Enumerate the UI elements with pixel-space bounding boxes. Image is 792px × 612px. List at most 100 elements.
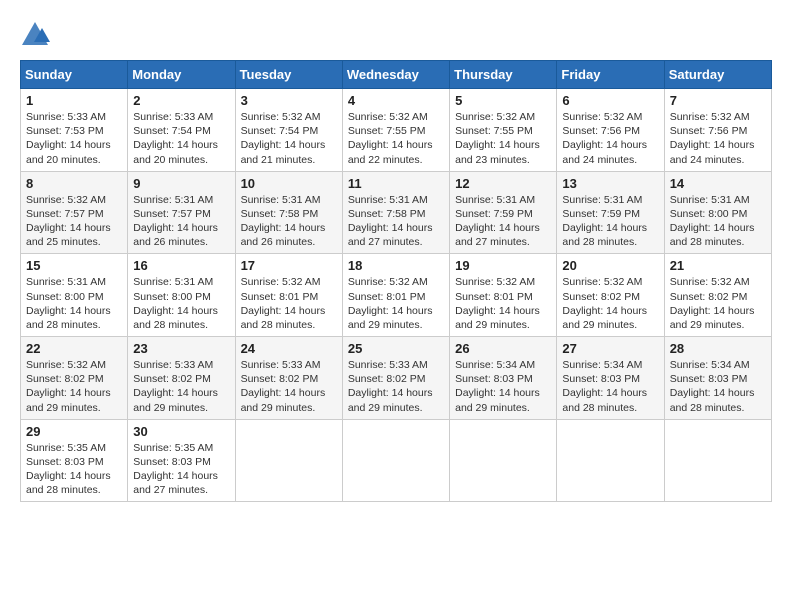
- calendar-day-cell: 23 Sunrise: 5:33 AMSunset: 8:02 PMDayligh…: [128, 337, 235, 420]
- day-info: Sunrise: 5:33 AMSunset: 8:02 PMDaylight:…: [241, 358, 337, 415]
- logo: [20, 20, 54, 50]
- day-number: 26: [455, 341, 551, 356]
- calendar-day-cell: 24 Sunrise: 5:33 AMSunset: 8:02 PMDayligh…: [235, 337, 342, 420]
- day-number: 21: [670, 258, 766, 273]
- day-number: 24: [241, 341, 337, 356]
- day-number: 28: [670, 341, 766, 356]
- day-info: Sunrise: 5:35 AMSunset: 8:03 PMDaylight:…: [133, 441, 229, 498]
- day-number: 4: [348, 93, 444, 108]
- calendar-day-cell: 15 Sunrise: 5:31 AMSunset: 8:00 PMDayligh…: [21, 254, 128, 337]
- calendar-day-cell: 16 Sunrise: 5:31 AMSunset: 8:00 PMDayligh…: [128, 254, 235, 337]
- col-header-saturday: Saturday: [664, 61, 771, 89]
- calendar-day-cell: [557, 419, 664, 502]
- calendar-week-row: 22 Sunrise: 5:32 AMSunset: 8:02 PMDayligh…: [21, 337, 772, 420]
- calendar-day-cell: 1 Sunrise: 5:33 AMSunset: 7:53 PMDaylight…: [21, 89, 128, 172]
- day-number: 29: [26, 424, 122, 439]
- calendar-day-cell: 20Sunrise: 5:32 AMSunset: 8:02 PMDayligh…: [557, 254, 664, 337]
- calendar-day-cell: 7 Sunrise: 5:32 AMSunset: 7:56 PMDaylight…: [664, 89, 771, 172]
- calendar-day-cell: 22 Sunrise: 5:32 AMSunset: 8:02 PMDayligh…: [21, 337, 128, 420]
- day-info: Sunrise: 5:35 AMSunset: 8:03 PMDaylight:…: [26, 441, 122, 498]
- day-number: 20: [562, 258, 658, 273]
- day-info: Sunrise: 5:32 AMSunset: 7:55 PMDaylight:…: [455, 110, 551, 167]
- day-info: Sunrise: 5:31 AMSunset: 7:58 PMDaylight:…: [241, 193, 337, 250]
- calendar-week-row: 1 Sunrise: 5:33 AMSunset: 7:53 PMDaylight…: [21, 89, 772, 172]
- calendar-day-cell: 8 Sunrise: 5:32 AMSunset: 7:57 PMDaylight…: [21, 171, 128, 254]
- day-info: Sunrise: 5:34 AMSunset: 8:03 PMDaylight:…: [455, 358, 551, 415]
- day-info: Sunrise: 5:34 AMSunset: 8:03 PMDaylight:…: [562, 358, 658, 415]
- calendar-day-cell: 18 Sunrise: 5:32 AMSunset: 8:01 PMDayligh…: [342, 254, 449, 337]
- col-header-monday: Monday: [128, 61, 235, 89]
- calendar-day-cell: 2 Sunrise: 5:33 AMSunset: 7:54 PMDaylight…: [128, 89, 235, 172]
- calendar-day-cell: 30 Sunrise: 5:35 AMSunset: 8:03 PMDayligh…: [128, 419, 235, 502]
- day-number: 2: [133, 93, 229, 108]
- day-info: Sunrise: 5:31 AMSunset: 7:59 PMDaylight:…: [455, 193, 551, 250]
- calendar-day-cell: 3 Sunrise: 5:32 AMSunset: 7:54 PMDaylight…: [235, 89, 342, 172]
- calendar-table: SundayMondayTuesdayWednesdayThursdayFrid…: [20, 60, 772, 502]
- calendar-day-cell: 21 Sunrise: 5:32 AMSunset: 8:02 PMDayligh…: [664, 254, 771, 337]
- day-info: Sunrise: 5:32 AMSunset: 8:01 PMDaylight:…: [241, 275, 337, 332]
- day-number: 18: [348, 258, 444, 273]
- day-info: Sunrise: 5:32 AMSunset: 7:55 PMDaylight:…: [348, 110, 444, 167]
- calendar-day-cell: 27Sunrise: 5:34 AMSunset: 8:03 PMDayligh…: [557, 337, 664, 420]
- calendar-day-cell: 13Sunrise: 5:31 AMSunset: 7:59 PMDayligh…: [557, 171, 664, 254]
- day-number: 25: [348, 341, 444, 356]
- day-info: Sunrise: 5:32 AMSunset: 7:57 PMDaylight:…: [26, 193, 122, 250]
- day-number: 30: [133, 424, 229, 439]
- calendar-day-cell: 5 Sunrise: 5:32 AMSunset: 7:55 PMDaylight…: [450, 89, 557, 172]
- calendar-week-row: 15 Sunrise: 5:31 AMSunset: 8:00 PMDayligh…: [21, 254, 772, 337]
- col-header-wednesday: Wednesday: [342, 61, 449, 89]
- logo-icon: [20, 20, 50, 50]
- day-number: 12: [455, 176, 551, 191]
- day-info: Sunrise: 5:32 AMSunset: 8:02 PMDaylight:…: [670, 275, 766, 332]
- day-info: Sunrise: 5:31 AMSunset: 7:58 PMDaylight:…: [348, 193, 444, 250]
- calendar-day-cell: [342, 419, 449, 502]
- calendar-day-cell: 6Sunrise: 5:32 AMSunset: 7:56 PMDaylight…: [557, 89, 664, 172]
- day-number: 8: [26, 176, 122, 191]
- day-number: 15: [26, 258, 122, 273]
- day-number: 14: [670, 176, 766, 191]
- day-number: 10: [241, 176, 337, 191]
- day-info: Sunrise: 5:31 AMSunset: 8:00 PMDaylight:…: [26, 275, 122, 332]
- calendar-day-cell: 26 Sunrise: 5:34 AMSunset: 8:03 PMDayligh…: [450, 337, 557, 420]
- day-number: 16: [133, 258, 229, 273]
- col-header-friday: Friday: [557, 61, 664, 89]
- day-info: Sunrise: 5:31 AMSunset: 7:57 PMDaylight:…: [133, 193, 229, 250]
- day-info: Sunrise: 5:34 AMSunset: 8:03 PMDaylight:…: [670, 358, 766, 415]
- day-number: 7: [670, 93, 766, 108]
- day-info: Sunrise: 5:31 AMSunset: 8:00 PMDaylight:…: [133, 275, 229, 332]
- col-header-sunday: Sunday: [21, 61, 128, 89]
- calendar-day-cell: 4 Sunrise: 5:32 AMSunset: 7:55 PMDaylight…: [342, 89, 449, 172]
- day-number: 13: [562, 176, 658, 191]
- calendar-day-cell: 28 Sunrise: 5:34 AMSunset: 8:03 PMDayligh…: [664, 337, 771, 420]
- day-info: Sunrise: 5:33 AMSunset: 7:54 PMDaylight:…: [133, 110, 229, 167]
- calendar-day-cell: 17 Sunrise: 5:32 AMSunset: 8:01 PMDayligh…: [235, 254, 342, 337]
- day-number: 11: [348, 176, 444, 191]
- day-info: Sunrise: 5:32 AMSunset: 8:01 PMDaylight:…: [455, 275, 551, 332]
- calendar-day-cell: 14Sunrise: 5:31 AMSunset: 8:00 PMDayligh…: [664, 171, 771, 254]
- day-number: 6: [562, 93, 658, 108]
- day-info: Sunrise: 5:33 AMSunset: 8:02 PMDaylight:…: [348, 358, 444, 415]
- day-info: Sunrise: 5:33 AMSunset: 8:02 PMDaylight:…: [133, 358, 229, 415]
- page-header: [20, 20, 772, 50]
- calendar-week-row: 29 Sunrise: 5:35 AMSunset: 8:03 PMDayligh…: [21, 419, 772, 502]
- day-info: Sunrise: 5:32 AMSunset: 7:56 PMDaylight:…: [670, 110, 766, 167]
- day-number: 1: [26, 93, 122, 108]
- day-number: 17: [241, 258, 337, 273]
- day-info: Sunrise: 5:32 AMSunset: 8:02 PMDaylight:…: [26, 358, 122, 415]
- calendar-day-cell: [235, 419, 342, 502]
- day-info: Sunrise: 5:33 AMSunset: 7:53 PMDaylight:…: [26, 110, 122, 167]
- day-number: 3: [241, 93, 337, 108]
- calendar-day-cell: 9 Sunrise: 5:31 AMSunset: 7:57 PMDaylight…: [128, 171, 235, 254]
- day-info: Sunrise: 5:32 AMSunset: 7:54 PMDaylight:…: [241, 110, 337, 167]
- col-header-thursday: Thursday: [450, 61, 557, 89]
- day-number: 23: [133, 341, 229, 356]
- day-number: 5: [455, 93, 551, 108]
- calendar-header-row: SundayMondayTuesdayWednesdayThursdayFrid…: [21, 61, 772, 89]
- calendar-day-cell: [450, 419, 557, 502]
- day-number: 9: [133, 176, 229, 191]
- calendar-week-row: 8 Sunrise: 5:32 AMSunset: 7:57 PMDaylight…: [21, 171, 772, 254]
- calendar-day-cell: 25 Sunrise: 5:33 AMSunset: 8:02 PMDayligh…: [342, 337, 449, 420]
- day-number: 22: [26, 341, 122, 356]
- calendar-day-cell: 12 Sunrise: 5:31 AMSunset: 7:59 PMDayligh…: [450, 171, 557, 254]
- day-info: Sunrise: 5:32 AMSunset: 8:01 PMDaylight:…: [348, 275, 444, 332]
